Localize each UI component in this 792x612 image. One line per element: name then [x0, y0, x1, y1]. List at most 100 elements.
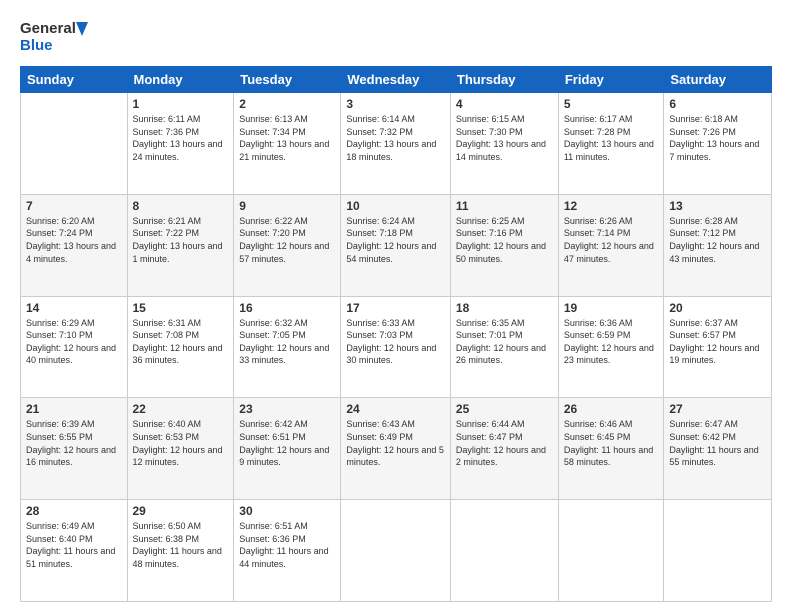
calendar-week-row: 14 Sunrise: 6:29 AM Sunset: 7:10 PM Dayli… — [21, 296, 772, 398]
calendar: SundayMondayTuesdayWednesdayThursdayFrid… — [20, 66, 772, 602]
calendar-cell: 13 Sunrise: 6:28 AM Sunset: 7:12 PM Dayli… — [664, 194, 772, 296]
day-header: Monday — [127, 67, 234, 93]
day-number: 24 — [346, 402, 445, 416]
calendar-week-row: 21Sunrise: 6:39 AM Sunset: 6:55 PM Dayli… — [21, 398, 772, 500]
day-number: 17 — [346, 301, 445, 315]
day-number: 28 — [26, 504, 122, 518]
day-header: Wednesday — [341, 67, 451, 93]
calendar-cell: 22 Sunrise: 6:40 AM Sunset: 6:53 PM Dayli… — [127, 398, 234, 500]
day-number: 14 — [26, 301, 122, 315]
calendar-cell: 20 Sunrise: 6:37 AM Sunset: 6:57 PM Dayli… — [664, 296, 772, 398]
day-number: 22 — [133, 402, 229, 416]
day-info: Sunrise: 6:18 AM Sunset: 7:26 PM Dayligh… — [669, 113, 766, 163]
day-info: Sunrise: 6:29 AM Sunset: 7:10 PM Dayligh… — [26, 317, 122, 367]
calendar-cell: 6 Sunrise: 6:18 AM Sunset: 7:26 PM Daylig… — [664, 93, 772, 195]
day-info: Sunrise: 6:15 AM Sunset: 7:30 PM Dayligh… — [456, 113, 553, 163]
day-number: 25 — [456, 402, 553, 416]
calendar-cell: 29 Sunrise: 6:50 AM Sunset: 6:38 PM Dayli… — [127, 500, 234, 602]
day-info: Sunrise: 6:47 AM Sunset: 6:42 PM Dayligh… — [669, 418, 766, 468]
day-info: Sunrise: 6:25 AM Sunset: 7:16 PM Dayligh… — [456, 215, 553, 265]
day-number: 19 — [564, 301, 659, 315]
day-info: Sunrise: 6:22 AM Sunset: 7:20 PM Dayligh… — [239, 215, 335, 265]
day-header: Thursday — [450, 67, 558, 93]
calendar-week-row: 7 Sunrise: 6:20 AM Sunset: 7:24 PM Daylig… — [21, 194, 772, 296]
day-info: Sunrise: 6:46 AM Sunset: 6:45 PM Dayligh… — [564, 418, 659, 468]
day-number: 10 — [346, 199, 445, 213]
day-number: 11 — [456, 199, 553, 213]
day-number: 13 — [669, 199, 766, 213]
day-info: Sunrise: 6:36 AM Sunset: 6:59 PM Dayligh… — [564, 317, 659, 367]
day-number: 15 — [133, 301, 229, 315]
day-info: Sunrise: 6:42 AM Sunset: 6:51 PM Dayligh… — [239, 418, 335, 468]
day-info: Sunrise: 6:14 AM Sunset: 7:32 PM Dayligh… — [346, 113, 445, 163]
calendar-cell: 18 Sunrise: 6:35 AM Sunset: 7:01 PM Dayli… — [450, 296, 558, 398]
day-number: 6 — [669, 97, 766, 111]
calendar-cell: 17 Sunrise: 6:33 AM Sunset: 7:03 PM Dayli… — [341, 296, 451, 398]
day-number: 18 — [456, 301, 553, 315]
day-header: Tuesday — [234, 67, 341, 93]
day-info: Sunrise: 6:32 AM Sunset: 7:05 PM Dayligh… — [239, 317, 335, 367]
calendar-cell — [341, 500, 451, 602]
day-info: Sunrise: 6:20 AM Sunset: 7:24 PM Dayligh… — [26, 215, 122, 265]
day-info: Sunrise: 6:21 AM Sunset: 7:22 PM Dayligh… — [133, 215, 229, 265]
calendar-cell: 27 Sunrise: 6:47 AM Sunset: 6:42 PM Dayli… — [664, 398, 772, 500]
day-info: Sunrise: 6:28 AM Sunset: 7:12 PM Dayligh… — [669, 215, 766, 265]
calendar-cell: 4 Sunrise: 6:15 AM Sunset: 7:30 PM Daylig… — [450, 93, 558, 195]
calendar-cell: 9 Sunrise: 6:22 AM Sunset: 7:20 PM Daylig… — [234, 194, 341, 296]
day-number: 2 — [239, 97, 335, 111]
calendar-cell: 10 Sunrise: 6:24 AM Sunset: 7:18 PM Dayli… — [341, 194, 451, 296]
day-info: Sunrise: 6:26 AM Sunset: 7:14 PM Dayligh… — [564, 215, 659, 265]
calendar-cell: 16Sunrise: 6:32 AM Sunset: 7:05 PM Dayli… — [234, 296, 341, 398]
day-info: Sunrise: 6:24 AM Sunset: 7:18 PM Dayligh… — [346, 215, 445, 265]
day-number: 23 — [239, 402, 335, 416]
calendar-cell: 26Sunrise: 6:46 AM Sunset: 6:45 PM Dayli… — [558, 398, 664, 500]
calendar-cell: 5 Sunrise: 6:17 AM Sunset: 7:28 PM Daylig… — [558, 93, 664, 195]
day-info: Sunrise: 6:31 AM Sunset: 7:08 PM Dayligh… — [133, 317, 229, 367]
day-header: Friday — [558, 67, 664, 93]
day-info: Sunrise: 6:17 AM Sunset: 7:28 PM Dayligh… — [564, 113, 659, 163]
day-info: Sunrise: 6:51 AM Sunset: 6:36 PM Dayligh… — [239, 520, 335, 570]
calendar-cell: 3Sunrise: 6:14 AM Sunset: 7:32 PM Daylig… — [341, 93, 451, 195]
day-number: 1 — [133, 97, 229, 111]
calendar-cell — [664, 500, 772, 602]
day-number: 4 — [456, 97, 553, 111]
calendar-cell: 24Sunrise: 6:43 AM Sunset: 6:49 PM Dayli… — [341, 398, 451, 500]
calendar-cell: 14 Sunrise: 6:29 AM Sunset: 7:10 PM Dayli… — [21, 296, 128, 398]
day-number: 29 — [133, 504, 229, 518]
day-number: 5 — [564, 97, 659, 111]
svg-text:Blue: Blue — [20, 37, 53, 54]
calendar-cell: 28 Sunrise: 6:49 AM Sunset: 6:40 PM Dayli… — [21, 500, 128, 602]
header-row: SundayMondayTuesdayWednesdayThursdayFrid… — [21, 67, 772, 93]
day-info: Sunrise: 6:13 AM Sunset: 7:34 PM Dayligh… — [239, 113, 335, 163]
header: GeneralBlue — [20, 16, 772, 56]
calendar-week-row: 28 Sunrise: 6:49 AM Sunset: 6:40 PM Dayli… — [21, 500, 772, 602]
day-number: 27 — [669, 402, 766, 416]
calendar-cell — [558, 500, 664, 602]
calendar-cell: 8 Sunrise: 6:21 AM Sunset: 7:22 PM Daylig… — [127, 194, 234, 296]
day-info: Sunrise: 6:40 AM Sunset: 6:53 PM Dayligh… — [133, 418, 229, 468]
calendar-cell: 1 Sunrise: 6:11 AM Sunset: 7:36 PM Daylig… — [127, 93, 234, 195]
calendar-cell: 2 Sunrise: 6:13 AM Sunset: 7:34 PM Daylig… — [234, 93, 341, 195]
calendar-cell — [450, 500, 558, 602]
calendar-cell: 7 Sunrise: 6:20 AM Sunset: 7:24 PM Daylig… — [21, 194, 128, 296]
day-info: Sunrise: 6:50 AM Sunset: 6:38 PM Dayligh… — [133, 520, 229, 570]
day-header: Saturday — [664, 67, 772, 93]
day-info: Sunrise: 6:33 AM Sunset: 7:03 PM Dayligh… — [346, 317, 445, 367]
day-info: Sunrise: 6:35 AM Sunset: 7:01 PM Dayligh… — [456, 317, 553, 367]
day-info: Sunrise: 6:11 AM Sunset: 7:36 PM Dayligh… — [133, 113, 229, 163]
calendar-cell: 12 Sunrise: 6:26 AM Sunset: 7:14 PM Dayli… — [558, 194, 664, 296]
day-number: 9 — [239, 199, 335, 213]
day-number: 8 — [133, 199, 229, 213]
day-info: Sunrise: 6:37 AM Sunset: 6:57 PM Dayligh… — [669, 317, 766, 367]
day-number: 30 — [239, 504, 335, 518]
day-number: 20 — [669, 301, 766, 315]
day-number: 12 — [564, 199, 659, 213]
logo: GeneralBlue — [20, 16, 88, 56]
calendar-cell: 19 Sunrise: 6:36 AM Sunset: 6:59 PM Dayli… — [558, 296, 664, 398]
day-info: Sunrise: 6:49 AM Sunset: 6:40 PM Dayligh… — [26, 520, 122, 570]
calendar-cell: 11 Sunrise: 6:25 AM Sunset: 7:16 PM Dayli… — [450, 194, 558, 296]
calendar-cell: 15 Sunrise: 6:31 AM Sunset: 7:08 PM Dayli… — [127, 296, 234, 398]
day-number: 7 — [26, 199, 122, 213]
day-number: 21 — [26, 402, 122, 416]
calendar-cell: 25Sunrise: 6:44 AM Sunset: 6:47 PM Dayli… — [450, 398, 558, 500]
